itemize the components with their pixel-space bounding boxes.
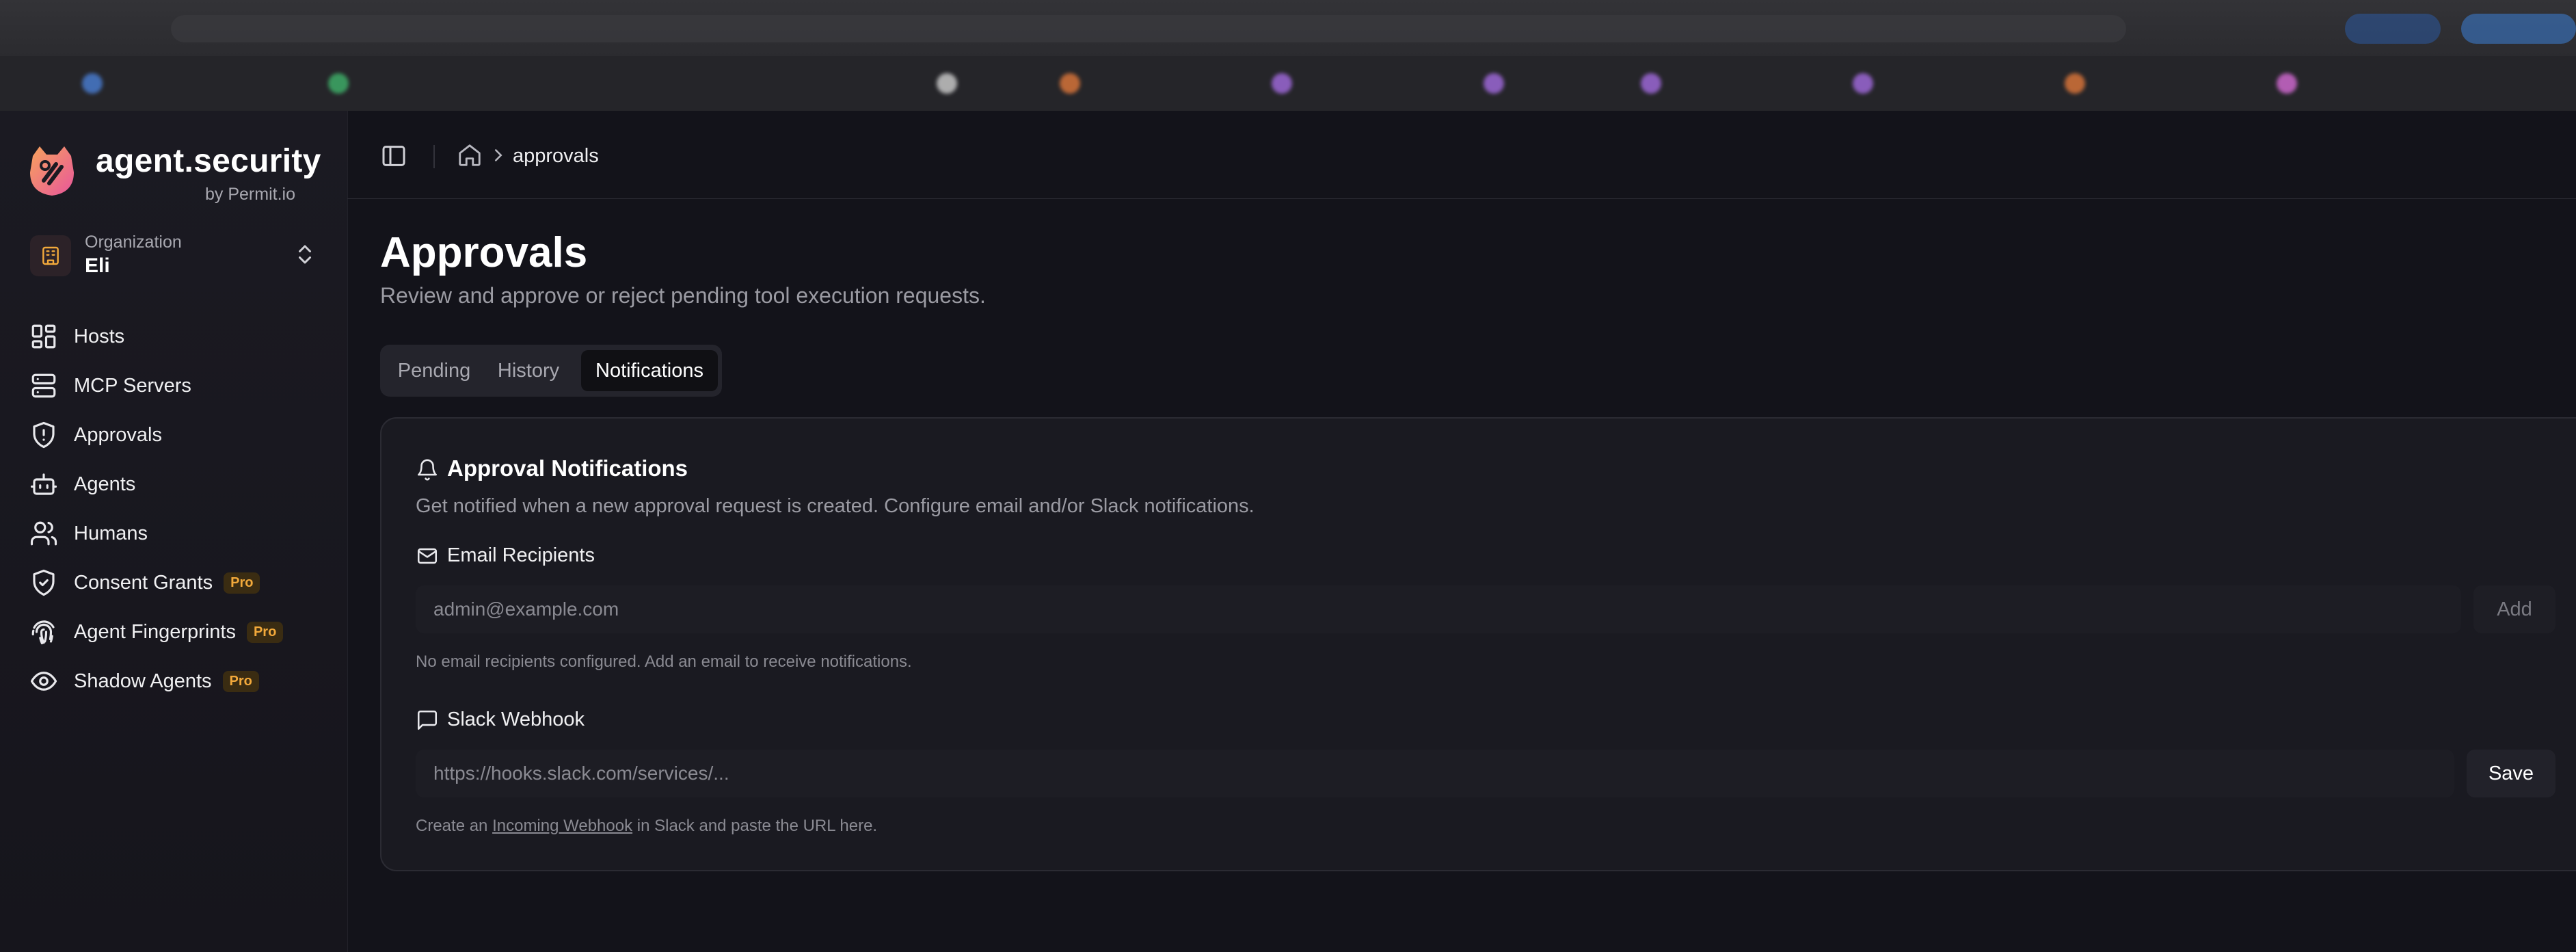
sidebar-item-label: Approvals (74, 423, 162, 446)
pro-badge: Pro (224, 572, 260, 594)
card-title: Approval Notifications (447, 455, 688, 481)
slack-hint-before: Create an (416, 817, 493, 835)
server-icon (27, 369, 60, 402)
browser-button[interactable] (2461, 14, 2576, 44)
slack-hint: Create an Incoming Webhook in Slack and … (416, 817, 877, 836)
incoming-webhook-link[interactable]: Incoming Webhook (492, 817, 632, 835)
users-icon (27, 517, 60, 550)
bookmark-icon[interactable] (328, 73, 349, 94)
card-description: Get notified when a new approval request… (416, 495, 1255, 517)
shield-alert-icon (27, 419, 60, 451)
bookmark-icon[interactable] (1060, 73, 1080, 94)
sidebar: agent.security by Permit.io Organization… (0, 111, 348, 952)
slack-webhook-label: Slack Webhook (447, 709, 585, 730)
tab-notifications[interactable]: Notifications (581, 350, 718, 391)
sidebar-item-approvals[interactable]: Approvals (27, 410, 328, 460)
sidebar-item-label: Humans (74, 522, 148, 544)
slack-webhook-input[interactable] (416, 750, 2454, 797)
header-divider (433, 145, 435, 168)
sidebar-item-humans[interactable]: Humans (27, 509, 328, 558)
shield-check-icon (27, 566, 60, 599)
sidebar-item-label: Hosts (74, 325, 125, 347)
sidebar-item-label: Agent Fingerprints (74, 620, 236, 643)
grid-icon (27, 320, 60, 353)
sidebar-item-hosts[interactable]: Hosts (27, 312, 328, 361)
top-header: approvals (347, 111, 2576, 199)
tab-list: Pending History Notifications (380, 345, 722, 397)
building-icon (30, 235, 71, 276)
sidebar-item-consent-grants[interactable]: Consent Grants Pro (27, 558, 328, 607)
bookmark-icon[interactable] (1484, 73, 1504, 94)
sidebar-item-agent-fingerprints[interactable]: Agent Fingerprints Pro (27, 607, 328, 657)
email-recipients-label: Email Recipients (447, 544, 595, 566)
bookmark-icon[interactable] (1272, 73, 1292, 94)
bookmark-icon[interactable] (2277, 73, 2297, 94)
message-square-icon (417, 710, 438, 730)
brand-subtitle: by Permit.io (205, 185, 295, 204)
logo-icon (30, 146, 74, 196)
browser-chrome (0, 0, 2576, 111)
pro-badge: Pro (246, 621, 284, 643)
approval-notifications-card: Approval Notifications Get notified when… (380, 417, 2576, 871)
page-subtitle: Review and approve or reject pending too… (380, 283, 986, 308)
eye-icon (27, 665, 60, 698)
tab-pending[interactable]: Pending (387, 350, 481, 391)
add-email-button[interactable]: Add (2473, 585, 2555, 633)
bookmark-icon[interactable] (1853, 73, 1873, 94)
sidebar-item-label: Consent Grants (74, 571, 213, 594)
home-icon[interactable] (457, 142, 483, 168)
browser-button[interactable] (2345, 14, 2441, 44)
bell-icon (417, 459, 438, 481)
mail-icon (417, 548, 438, 564)
slack-hint-after: in Slack and paste the URL here. (632, 817, 878, 835)
sidebar-item-label: Agents (74, 473, 136, 495)
page-title: Approvals (380, 229, 588, 276)
bot-icon (27, 468, 60, 501)
sidebar-item-mcp-servers[interactable]: MCP Servers (27, 361, 328, 410)
bookmark-icon[interactable] (82, 73, 103, 94)
fingerprint-icon (27, 616, 60, 648)
bookmark-icon[interactable] (937, 73, 957, 94)
sidebar-nav: Hosts MCP Servers Approvals Agents Human… (27, 312, 328, 706)
browser-toolbar (0, 0, 2576, 56)
sidebar-item-label: MCP Servers (74, 374, 191, 397)
email-hint: No email recipients configured. Add an e… (416, 652, 912, 671)
address-bar[interactable] (171, 15, 2126, 42)
pro-badge: Pro (222, 670, 259, 692)
bookmark-icon[interactable] (2065, 73, 2085, 94)
chevrons-up-down-icon (299, 245, 311, 264)
tab-history[interactable]: History (484, 350, 573, 391)
sidebar-item-shadow-agents[interactable]: Shadow Agents Pro (27, 657, 328, 706)
breadcrumb-current: approvals (513, 145, 599, 167)
organization-name: Eli (85, 254, 110, 277)
sidebar-toggle-icon[interactable] (380, 142, 407, 170)
organization-label: Organization (85, 233, 182, 252)
organization-switcher[interactable]: Organization Eli (27, 227, 321, 282)
bookmark-icon[interactable] (1641, 73, 1661, 94)
sidebar-item-agents[interactable]: Agents (27, 460, 328, 509)
chevron-right-icon (495, 149, 502, 161)
email-input[interactable] (416, 585, 2461, 633)
sidebar-item-label: Shadow Agents (74, 670, 212, 692)
brand-name: agent.security (96, 143, 321, 179)
save-webhook-button[interactable]: Save (2467, 750, 2555, 797)
